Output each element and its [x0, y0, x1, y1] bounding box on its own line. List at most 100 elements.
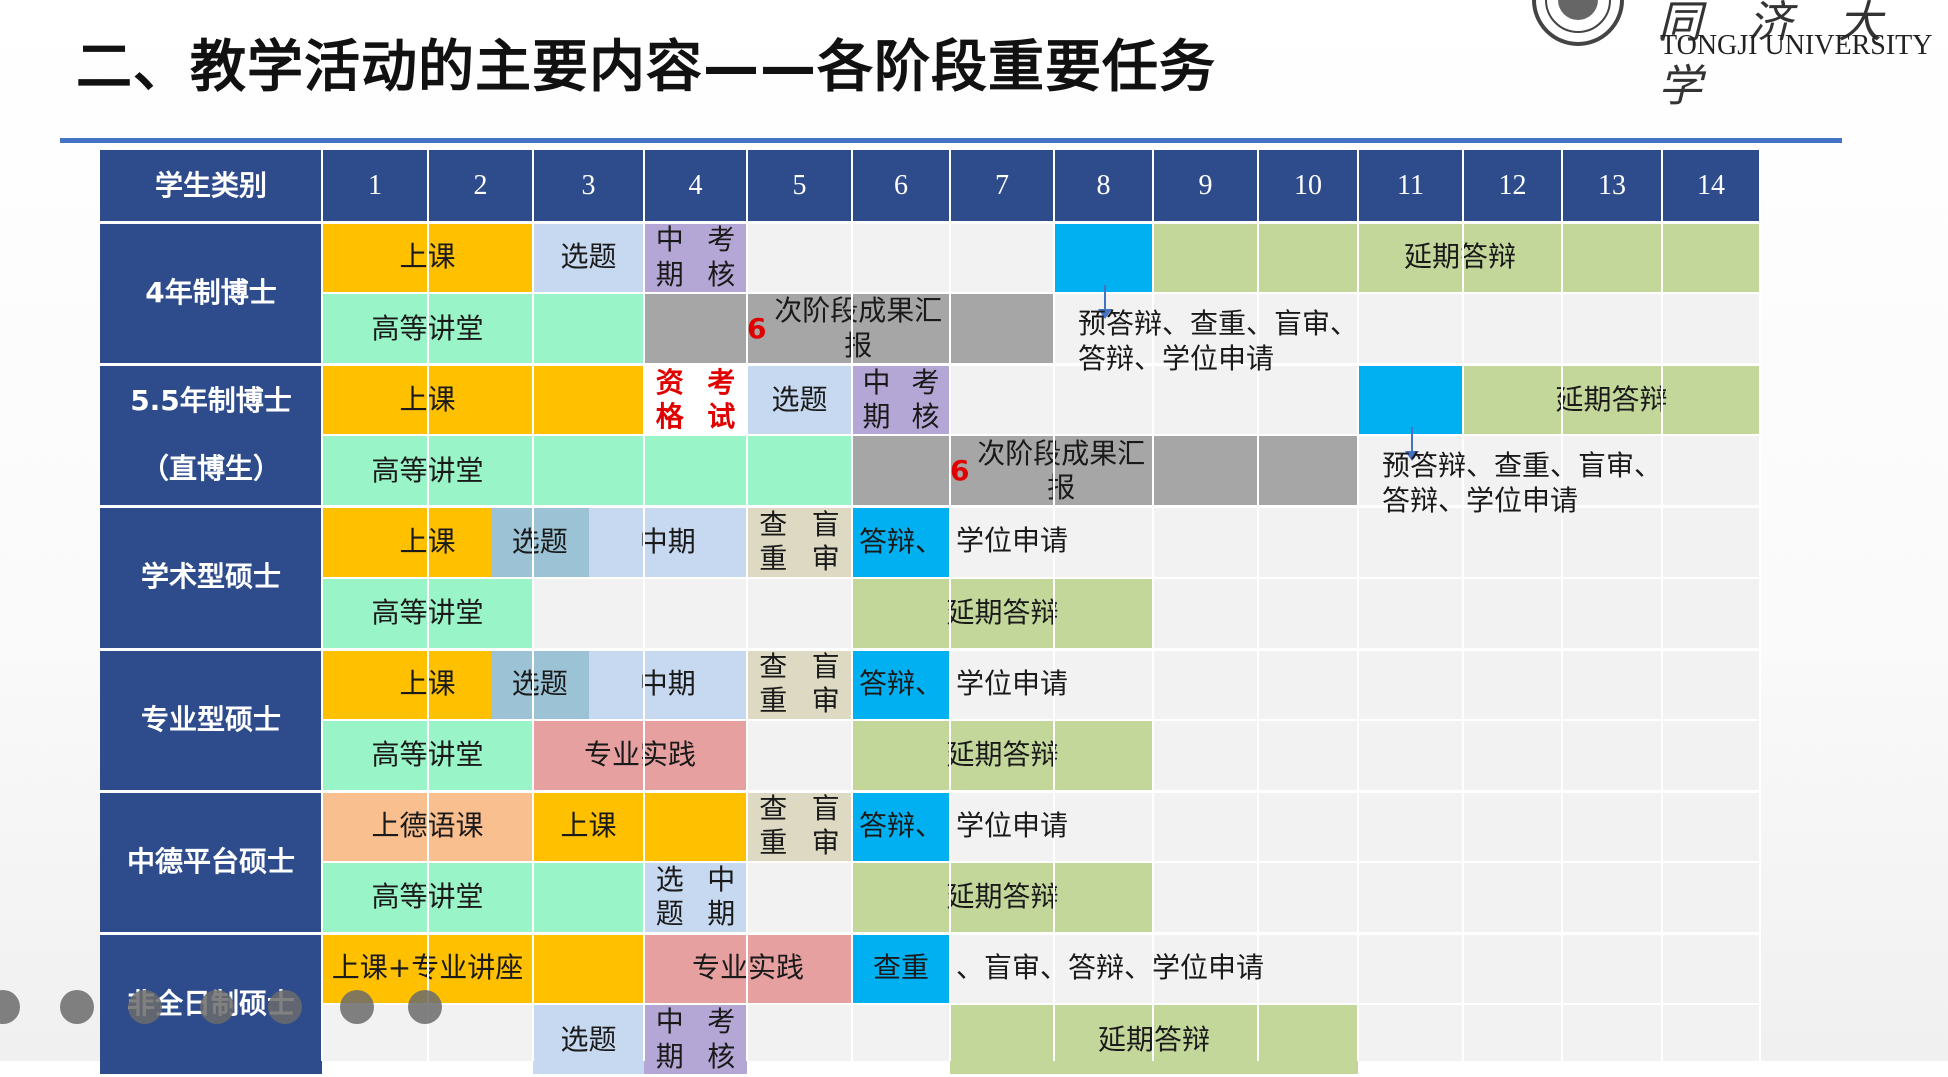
task-block: 答辩、: [852, 790, 950, 862]
inline-note: 学位申请: [956, 666, 1069, 700]
zoom-icon[interactable]: [200, 990, 234, 1024]
task-block: 查重 盲审: [747, 648, 852, 720]
task-block: 专业实践: [644, 933, 852, 1005]
task-block: 延期答辩: [950, 1004, 1358, 1076]
month-header: 12: [1498, 169, 1527, 201]
presentation-toolbar: [0, 990, 460, 1040]
month-header: 6: [894, 169, 908, 201]
task-block: 延期答辩: [852, 577, 1153, 649]
pen-icon[interactable]: [128, 990, 162, 1024]
grid-line: [643, 150, 645, 1061]
task-label: 答辩、: [858, 809, 943, 843]
task-label: 选题 中期: [655, 863, 736, 931]
task-block: 中期: [588, 506, 747, 578]
category-cell: 专业型硕士: [100, 648, 322, 791]
camera-icon[interactable]: [268, 990, 302, 1024]
task-label: 中期 考核: [655, 223, 736, 291]
callout-note: 预答辩、查重、盲审、 答辩、学位申请: [1078, 307, 1359, 375]
grid-line: [322, 860, 1760, 863]
category-cell: 中德平台硕士: [100, 790, 322, 933]
grid-line: [746, 150, 748, 1061]
task-block: 专业实践: [533, 719, 747, 791]
grid-line: [100, 647, 1760, 651]
logo-english: TONGJI UNIVERSITY: [1660, 30, 1933, 61]
task-block: 查重: [852, 933, 950, 1005]
task-label: 延期答辩: [946, 595, 1059, 629]
grid-line: [949, 150, 951, 1061]
grid-line: [1357, 150, 1359, 1061]
prev-icon[interactable]: [0, 990, 20, 1024]
task-block: 高等讲堂: [322, 861, 644, 933]
month-header: 5: [792, 169, 807, 201]
grid-line: [321, 150, 323, 1061]
task-block: 上课: [533, 790, 747, 862]
callout-note: 预答辩、查重、盲审、 答辩、学位申请: [1382, 449, 1663, 518]
comment-icon[interactable]: [340, 990, 374, 1024]
grid-line: [1561, 150, 1563, 1061]
grid-line: [1152, 150, 1154, 1061]
task-block: 查重 盲审: [747, 790, 852, 862]
month-header: 11: [1397, 169, 1424, 201]
task-label: 查重: [872, 951, 929, 985]
task-block: 延期答辩: [1153, 222, 1760, 294]
task-label: 答辩、: [858, 667, 943, 701]
inline-note: 、盲审、答辩、学位申请: [956, 951, 1265, 984]
category-cell: 4年制博士: [100, 222, 322, 365]
task-label: 选题: [560, 240, 617, 274]
task-block: 选题: [533, 222, 644, 294]
title-underline: [60, 138, 1842, 143]
task-label: 选题: [511, 524, 568, 558]
grid-line: [322, 718, 1760, 721]
month-header: 2: [473, 169, 488, 201]
task-label: 查重 盲审: [759, 649, 840, 718]
grid-line: [100, 221, 1760, 224]
task-block: 6 次阶段成果汇报: [644, 293, 1054, 365]
month-header: 7: [995, 169, 1009, 201]
task-block: 高等讲堂: [322, 435, 852, 507]
task-label: 延期答辩: [946, 738, 1059, 772]
grid-line: [1759, 150, 1761, 1061]
task-block: 中期 考核: [644, 222, 747, 294]
category-cell: 5.5年制博士 （直博生）: [100, 364, 322, 507]
task-label: 中期 考核: [862, 365, 940, 433]
grid-line: [1462, 150, 1464, 1061]
play-icon[interactable]: [60, 990, 94, 1024]
task-block: 选题: [491, 648, 589, 720]
task-label: 查重 盲审: [759, 792, 840, 860]
more-icon[interactable]: [408, 990, 442, 1024]
task-label: 6 次阶段成果汇报: [950, 436, 1146, 504]
task-block: 答辩、: [852, 506, 950, 578]
month-header: 4: [688, 169, 703, 201]
task-label: 延期答辩: [1403, 240, 1516, 274]
grid-line: [100, 363, 1760, 367]
task-label: 查重 盲审: [759, 507, 840, 575]
task-label: 专业实践: [644, 933, 852, 1004]
task-block: 中期 考核: [644, 1004, 747, 1076]
month-header: 1: [368, 169, 382, 201]
grid-line: [1257, 150, 1259, 1061]
task-label: 专业实践: [583, 738, 696, 772]
grid-line: [322, 434, 1760, 437]
month-header: 14: [1697, 169, 1725, 201]
task-label: 选题: [771, 382, 828, 416]
month-header: 8: [1096, 169, 1111, 201]
task-label: 中期 考核: [655, 1005, 736, 1073]
task-block: [1054, 222, 1153, 294]
month-header: 9: [1198, 169, 1213, 201]
task-label: 选题: [511, 667, 568, 701]
tongji-seal-icon: [1532, 0, 1624, 46]
month-header: 10: [1294, 169, 1322, 201]
grid-line: [1053, 150, 1055, 1061]
task-label: 延期答辩: [1555, 382, 1668, 416]
task-block: 上课: [322, 364, 644, 436]
task-block: 高等讲堂: [322, 293, 644, 365]
grid-line: [322, 576, 1760, 579]
task-block: 延期答辩: [1463, 364, 1760, 436]
task-block: [1358, 364, 1463, 436]
header-label: 学生类别: [154, 168, 267, 202]
grid-line: [322, 292, 1760, 295]
page-title: 二、教学活动的主要内容——各阶段重要任务: [76, 35, 1216, 100]
task-block: 6 次阶段成果汇报: [852, 435, 1358, 507]
task-label: 上课: [560, 809, 617, 843]
task-block: 选题: [533, 1004, 644, 1076]
